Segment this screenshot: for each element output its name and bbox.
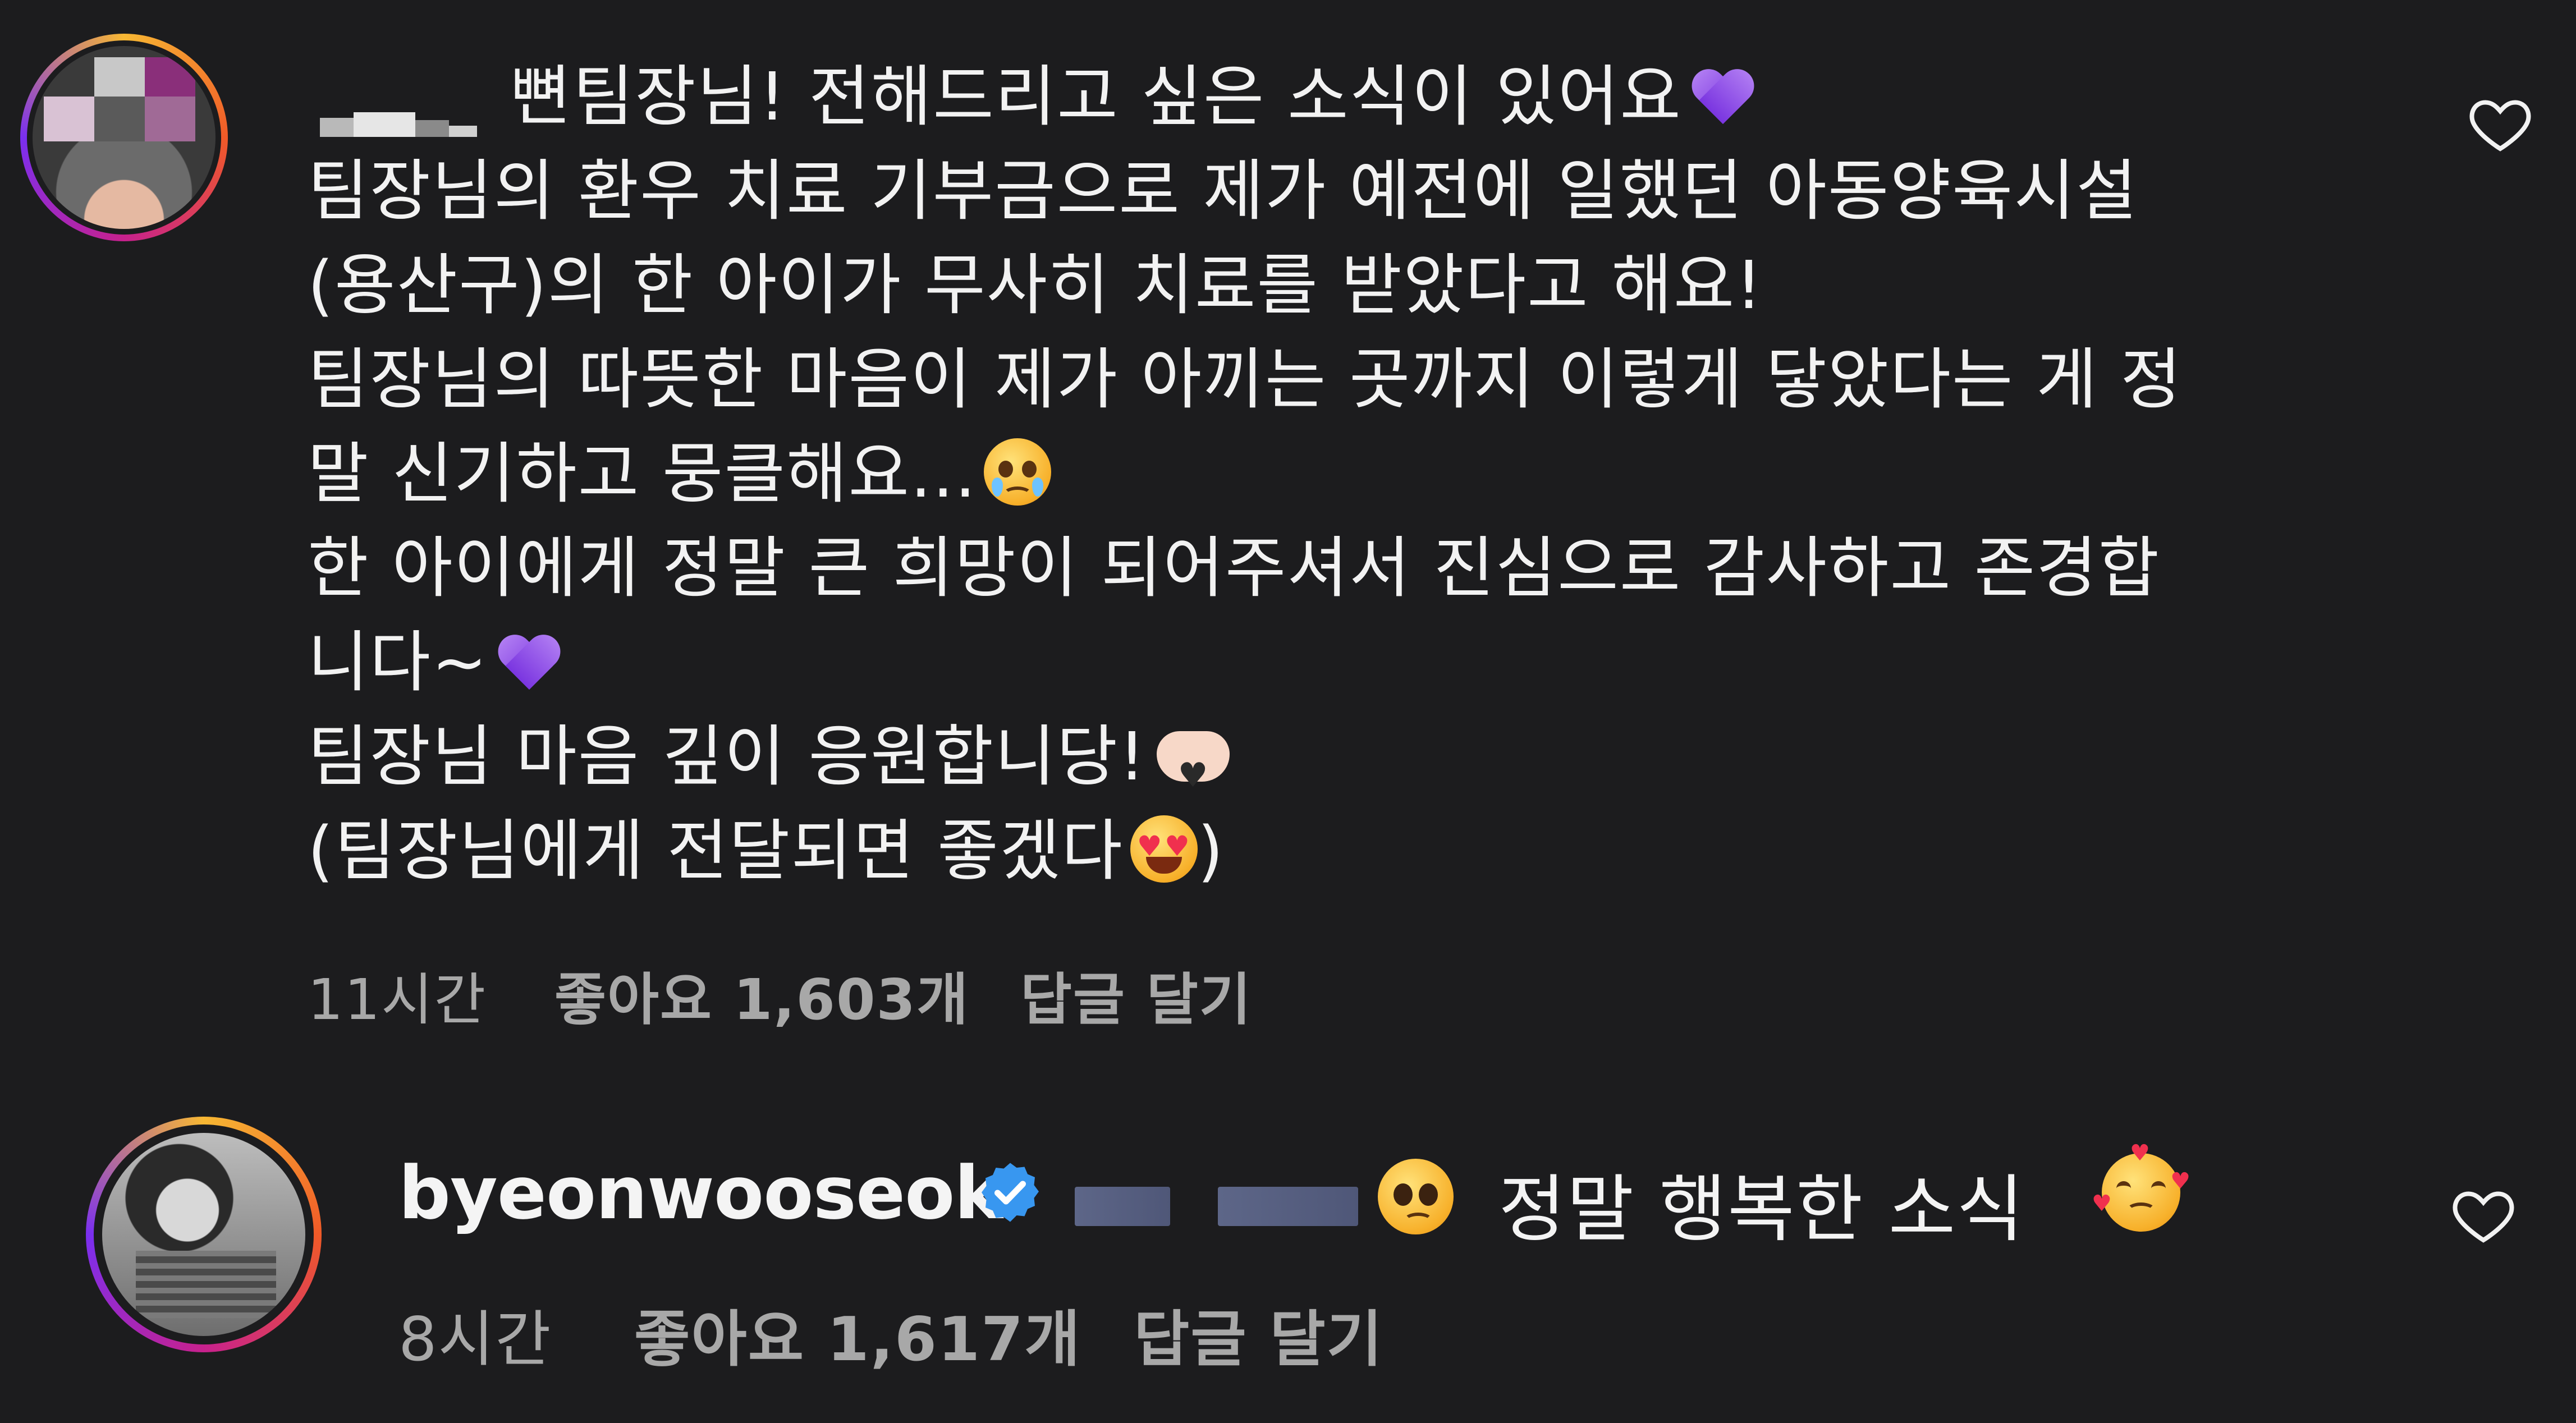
comment-text-line: (팀장님에게 전달되면 좋겠다 ♥ ♥)	[308, 812, 1225, 889]
comment-text-line: 니다~	[308, 620, 560, 704]
reply-text: 정말 행복한 소식	[1498, 1167, 2025, 1252]
comment-text-line: 한 아이에게 정말 큰 희망이 되어주셔서 진심으로 감사하고 존경합	[308, 529, 2161, 607]
blurred-mention[interactable]	[1075, 1187, 1170, 1226]
blurred-mention[interactable]	[1218, 1187, 1358, 1226]
reply-button[interactable]: 답글 달기	[1134, 1291, 1383, 1378]
avatar-image	[102, 1133, 305, 1336]
smiling-face-with-hearts-emoji: ♥ ♥ ♥	[2092, 1142, 2190, 1232]
reply-button[interactable]: 답글 달기	[1020, 954, 1252, 1035]
verified-badge-icon	[982, 1163, 1039, 1222]
reply-item: byeonwooseok 정말 행복한 소식 ♥ ♥ ♥ 8시간 좋아요 1,6…	[0, 1066, 2576, 1423]
like-count[interactable]: 좋아요 1,617개	[634, 1291, 1081, 1378]
blurred-username[interactable]	[320, 112, 488, 137]
pleading-face-emoji	[1378, 1159, 1454, 1234]
face-holding-back-tears-emoji	[983, 438, 1051, 506]
heart-outline-icon[interactable]	[2450, 1181, 2517, 1248]
comment-time: 11시간	[308, 967, 487, 1032]
username[interactable]: byeonwooseok	[398, 1150, 1003, 1236]
comment-meta: 11시간 좋아요 1,603개 답글 달기	[308, 954, 1430, 1032]
heart-hands-emoji	[1151, 726, 1235, 818]
avatar-image	[33, 46, 216, 229]
heart-outline-icon[interactable]	[2467, 90, 2534, 157]
comment-text-line: 팀장님 마음 깊이 응원합니당!	[308, 714, 1235, 818]
comment-text-line: 팀장님의 따뜻한 마음이 제가 아끼는 곳까지 이렇게 닿았다는 게 정	[308, 341, 2183, 418]
purple-heart-emoji	[498, 636, 560, 692]
comment-text-line: 뼌팀장님! 전해드리고 싶은 소식이 있어요	[511, 54, 1754, 139]
star-struck-heart-eyes-emoji: ♥ ♥	[1130, 815, 1198, 883]
purple-heart-emoji	[1692, 70, 1754, 126]
comment-text-line: 말 신기하고 뭉클해요...	[308, 432, 1051, 516]
reply-meta: 8시간 좋아요 1,617개 답글 달기	[398, 1291, 1633, 1375]
comment-item: 뼌팀장님! 전해드리고 싶은 소식이 있어요 팀장님의 환우 치료 기부금으로 …	[0, 0, 2576, 1066]
like-count[interactable]: 좋아요 1,603개	[554, 954, 969, 1035]
comment-text-line: 팀장님의 환우 치료 기부금으로 제가 예전에 일했던 아동양육시설	[308, 152, 2138, 229]
reply-time: 8시간	[398, 1305, 552, 1375]
comment-text-line: (용산구)의 한 아이가 무사히 치료를 받았다고 해요!	[308, 246, 1763, 324]
